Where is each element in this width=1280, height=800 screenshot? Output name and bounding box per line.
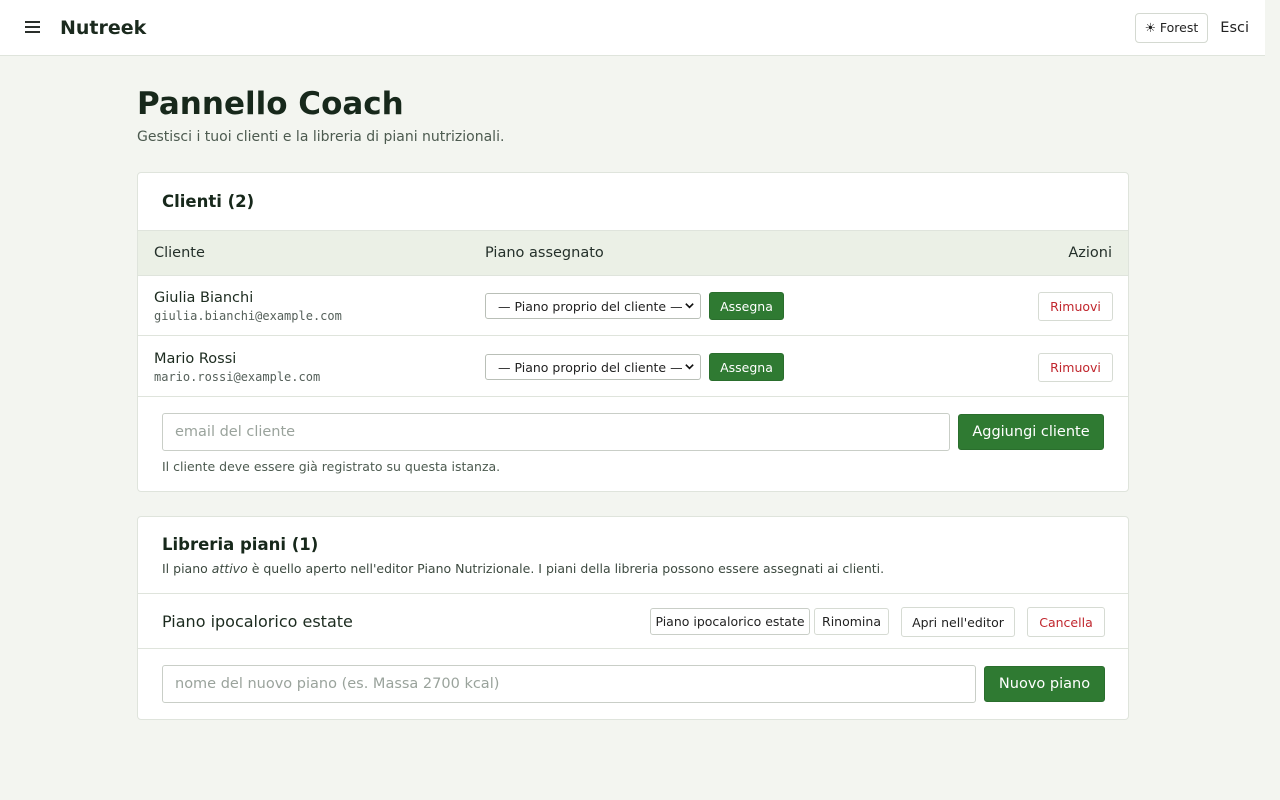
assign-button[interactable]: Assegna (709, 353, 784, 381)
plan-select-value: — Piano proprio del cliente — (498, 359, 683, 375)
top-bar: Nutreek ☀ Forest Esci (0, 0, 1265, 56)
brand-logo[interactable]: Nutreek (60, 17, 146, 39)
client-name: Giulia Bianchi (154, 290, 254, 306)
rename-button[interactable]: Rinomina (814, 608, 889, 635)
remove-client-button[interactable]: Rimuovi (1038, 292, 1113, 321)
library-description-end: è quello aperto nell'editor Piano Nutriz… (247, 561, 885, 576)
library-card: Libreria piani (1) Il piano attivo è que… (137, 516, 1129, 720)
theme-label: Forest (1159, 20, 1199, 35)
client-email: giulia.bianchi@example.com (154, 309, 342, 323)
clients-title: Clienti (2) (162, 192, 255, 211)
client-email-input[interactable]: email del cliente (162, 413, 950, 451)
plan-select[interactable]: — Piano proprio del cliente — (485, 354, 701, 380)
open-in-editor-button[interactable]: Apri nell'editor (901, 607, 1015, 637)
plan-row: Piano ipocalorico estate Piano ipocalori… (138, 593, 1128, 649)
client-name: Mario Rossi (154, 351, 237, 367)
add-client-hint: Il cliente deve essere già registrato su… (162, 459, 501, 474)
page-title: Pannello Coach (137, 86, 404, 122)
plan-select-value: — Piano proprio del cliente — (498, 298, 683, 314)
assign-button[interactable]: Assegna (709, 292, 784, 320)
logout-link[interactable]: Esci (1220, 20, 1249, 36)
chevron-down-icon (685, 364, 694, 370)
clients-card: Clienti (2) Cliente Piano assegnato Azio… (137, 172, 1129, 492)
column-header-client: Cliente (154, 245, 205, 261)
plan-name: Piano ipocalorico estate (162, 612, 353, 631)
client-email: mario.rossi@example.com (154, 370, 321, 384)
rename-input[interactable]: Piano ipocalorico estate (650, 608, 810, 635)
table-row: Mario Rossi mario.rossi@example.com — Pi… (138, 336, 1128, 397)
delete-plan-button[interactable]: Cancella (1027, 607, 1105, 637)
column-header-plan: Piano assegnato (485, 245, 604, 261)
new-plan-input[interactable]: nome del nuovo piano (es. Massa 2700 kca… (162, 665, 976, 703)
theme-button[interactable]: ☀ Forest (1134, 12, 1209, 43)
remove-client-button[interactable]: Rimuovi (1038, 353, 1113, 382)
library-description: Il piano attivo è quello aperto nell'edi… (162, 561, 884, 576)
add-client-button[interactable]: Aggiungi cliente (958, 414, 1104, 450)
column-header-actions: Azioni (1068, 245, 1112, 261)
library-title: Libreria piani (1) (162, 535, 319, 554)
library-description-emphasis: attivo (211, 561, 248, 576)
top-bar-actions: ☀ Forest Esci (1134, 12, 1249, 43)
plan-select[interactable]: — Piano proprio del cliente — (485, 293, 701, 319)
chevron-down-icon (685, 303, 694, 309)
table-row: Giulia Bianchi giulia.bianchi@example.co… (138, 275, 1128, 336)
library-description-start: Il piano (162, 561, 212, 576)
page-subtitle: Gestisci i tuoi clienti e la libreria di… (137, 129, 505, 145)
clients-table-header: Cliente Piano assegnato Azioni (138, 230, 1128, 276)
new-plan-button[interactable]: Nuovo piano (984, 666, 1105, 702)
menu-icon[interactable] (25, 21, 41, 34)
sun-icon: ☀ (1144, 20, 1156, 35)
